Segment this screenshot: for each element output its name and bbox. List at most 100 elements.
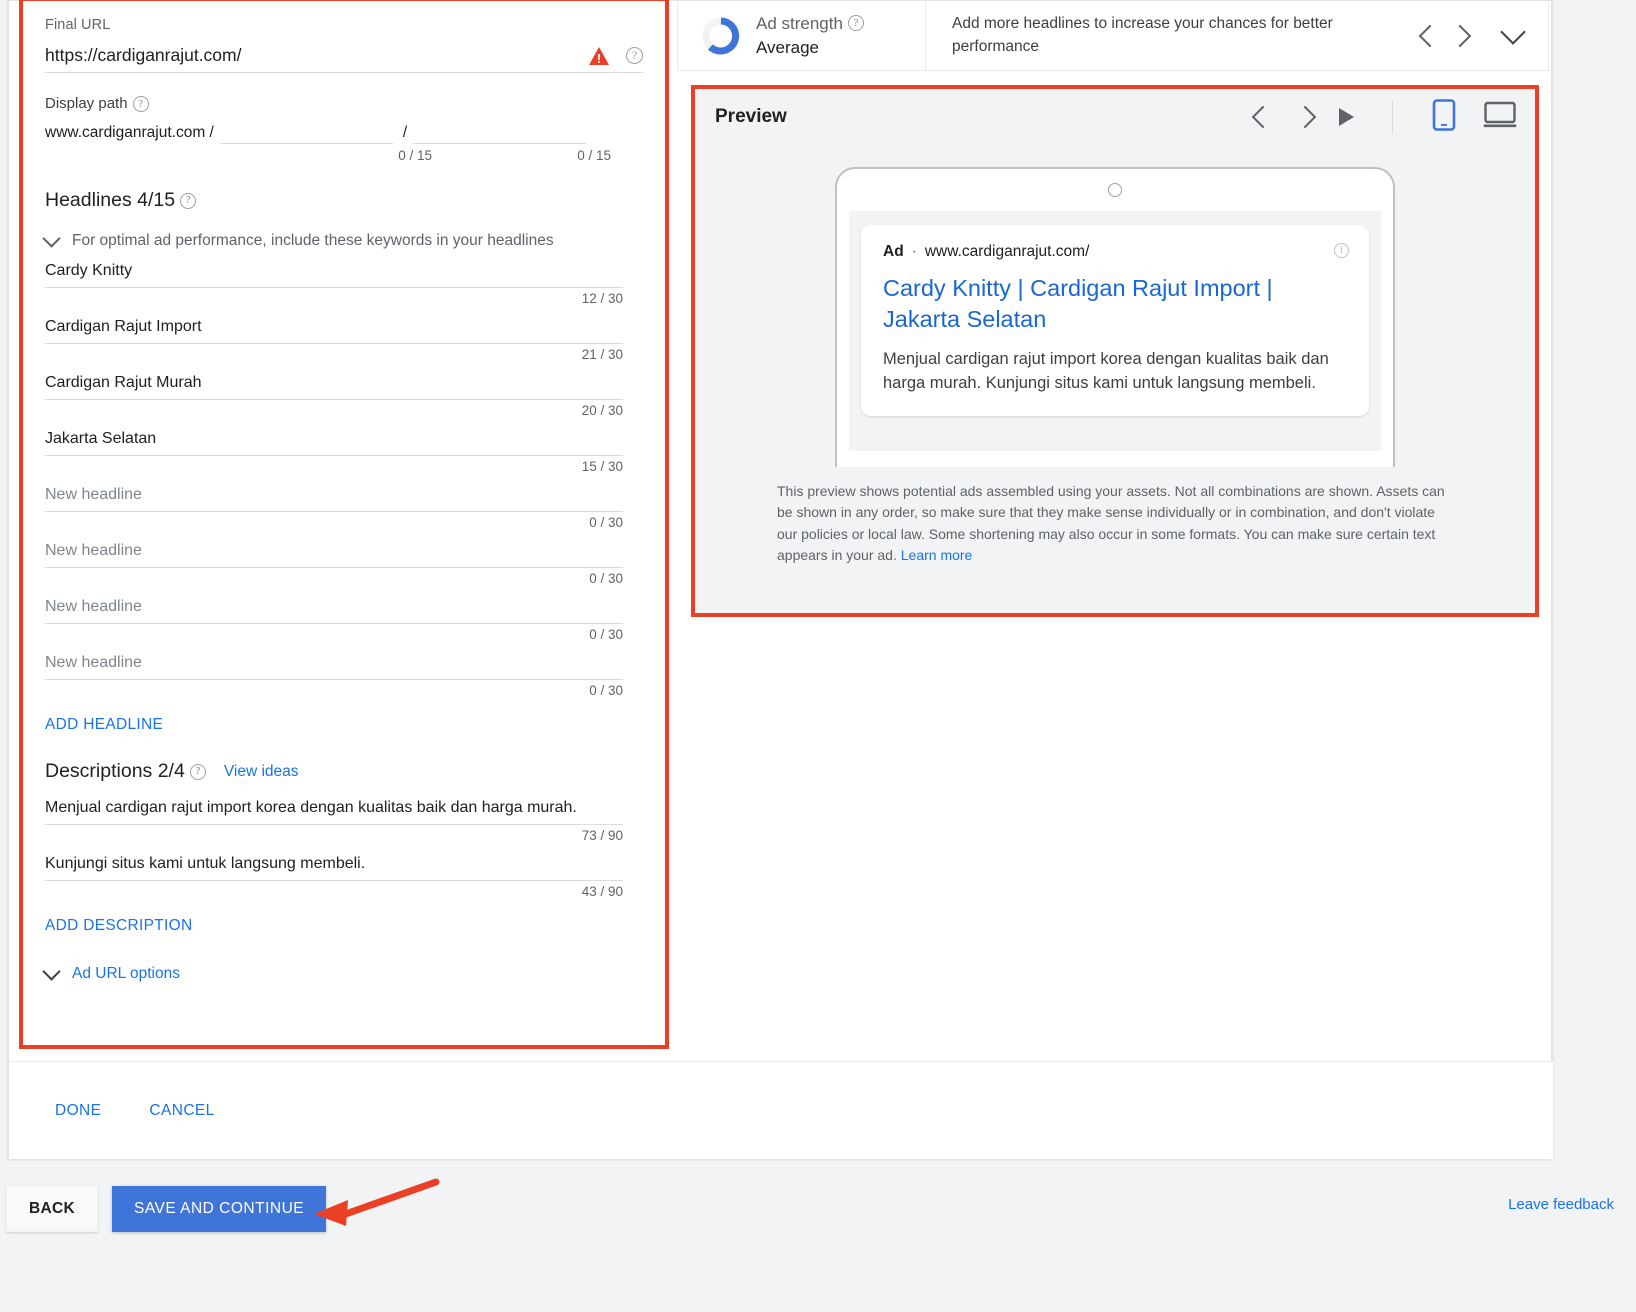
preview-title: Preview: [715, 106, 787, 127]
description-row: Kunjungi situs kami untuk langsung membe…: [45, 849, 643, 899]
headline-row: New headline 0 / 30: [45, 480, 643, 530]
add-headline-button[interactable]: ADD HEADLINE: [45, 716, 163, 734]
ad-url-options-label: Ad URL options: [72, 965, 180, 983]
info-icon[interactable]: i: [1334, 243, 1349, 258]
final-url-field[interactable]: https://cardiganrajut.com/ ?: [45, 33, 643, 73]
preview-header: Preview: [695, 89, 1535, 145]
display-path-segment-2[interactable]: [413, 118, 587, 145]
ad-separator: ·: [911, 243, 917, 260]
description-input-1[interactable]: Menjual cardigan rajut import korea deng…: [45, 793, 623, 826]
preview-disclaimer-text: This preview shows potential ads assembl…: [777, 483, 1445, 563]
chevron-down-icon[interactable]: [42, 962, 61, 981]
phone-screen: i Ad · www.cardiganrajut.com/ Cardy Knit…: [849, 211, 1381, 451]
mobile-device-icon[interactable]: [1431, 98, 1457, 136]
help-icon[interactable]: ?: [189, 763, 206, 780]
wizard-footer: BACK SAVE AND CONTINUE: [0, 1178, 1636, 1240]
ad-strength-donut-icon: [700, 15, 742, 57]
ad-strength-texts: Ad strength? Average: [756, 13, 864, 59]
ad-strength-bar: Ad strength? Average Add more headlines …: [677, 1, 1549, 71]
description-counter-1: 73 / 90: [581, 828, 623, 844]
ad-strength-message: Add more headlines to increase your chan…: [952, 15, 1333, 55]
headline-input-1[interactable]: Cardy Knitty: [45, 256, 623, 289]
headline-input-2[interactable]: Cardigan Rajut Import: [45, 312, 623, 345]
chevron-right-icon[interactable]: [1448, 24, 1472, 47]
ad-strength-nav: [1418, 1, 1548, 70]
phone-preview-frame: i Ad · www.cardiganrajut.com/ Cardy Knit…: [835, 167, 1395, 467]
chevron-left-icon[interactable]: [1251, 105, 1275, 129]
ad-strength-title: Ad strength?: [756, 13, 864, 34]
preview-panel: Preview i Ad · www.cardiganrajut.com/ Ca…: [695, 89, 1535, 613]
headline-row: New headline 0 / 30: [45, 536, 643, 586]
play-icon[interactable]: [1339, 108, 1354, 126]
learn-more-link[interactable]: Learn more: [901, 547, 973, 563]
headline-row: Jakarta Selatan 15 / 30: [45, 424, 643, 474]
headline-row: Cardigan Rajut Import 21 / 30: [45, 312, 643, 362]
headline-counter-7: 0 / 30: [589, 627, 623, 643]
headline-list: Cardy Knitty 12 / 30 Cardigan Rajut Import…: [45, 256, 643, 698]
ad-editor-dialog: Final URL https://cardiganrajut.com/ ? D…: [8, 0, 1553, 1159]
warning-triangle-icon[interactable]: [588, 46, 610, 66]
headline-input-7[interactable]: New headline: [45, 592, 623, 625]
description-row: Menjual cardigan rajut import korea deng…: [45, 793, 643, 843]
headline-input-6[interactable]: New headline: [45, 536, 623, 569]
desktop-device-icon[interactable]: [1483, 100, 1517, 135]
description-input-2[interactable]: Kunjungi situs kami untuk langsung membe…: [45, 849, 623, 882]
help-icon[interactable]: ?: [132, 96, 149, 113]
ad-strength-value: Average: [756, 38, 820, 57]
ad-strength-summary: Ad strength? Average: [678, 1, 926, 70]
save-and-continue-button[interactable]: SAVE AND CONTINUE: [111, 1186, 327, 1232]
view-ideas-link[interactable]: View ideas: [224, 763, 299, 781]
chevron-right-icon[interactable]: [1293, 105, 1317, 129]
headline-counter-8: 0 / 30: [589, 683, 623, 699]
chevron-down-icon[interactable]: [42, 229, 61, 248]
preview-disclaimer: This preview shows potential ads assembl…: [777, 481, 1457, 566]
headline-counter-1: 12 / 30: [581, 291, 623, 307]
display-path-field[interactable]: www.cardiganrajut.com / /: [45, 118, 643, 145]
display-path-label: Display path?: [45, 95, 643, 113]
help-icon[interactable]: ?: [180, 192, 197, 209]
headline-input-3[interactable]: Cardigan Rajut Murah: [45, 368, 623, 401]
headlines-keyword-hint-label: For optimal ad performance, include thes…: [72, 232, 554, 250]
phone-camera-icon: [1108, 183, 1122, 197]
headline-counter-6: 0 / 30: [589, 571, 623, 587]
final-url-value[interactable]: https://cardiganrajut.com/: [45, 45, 588, 66]
description-counter-2: 43 / 90: [581, 884, 623, 900]
ad-preview-url-row: Ad · www.cardiganrajut.com/: [883, 243, 1347, 261]
headline-row: Cardy Knitty 12 / 30: [45, 256, 643, 306]
description-list: Menjual cardigan rajut import korea deng…: [45, 793, 643, 899]
headline-row: Cardigan Rajut Murah 20 / 30: [45, 368, 643, 418]
ad-badge: Ad: [883, 243, 904, 260]
headlines-keyword-hint[interactable]: For optimal ad performance, include thes…: [42, 229, 643, 250]
preview-controls: [1251, 98, 1517, 136]
done-button[interactable]: DONE: [45, 1094, 111, 1128]
headline-counter-3: 20 / 30: [581, 403, 623, 419]
display-path-segment-1[interactable]: [219, 118, 393, 145]
headline-input-8[interactable]: New headline: [45, 648, 623, 681]
annotation-arrow: [314, 1178, 440, 1226]
back-button[interactable]: BACK: [6, 1186, 98, 1232]
help-icon[interactable]: ?: [847, 15, 864, 32]
leave-feedback-link[interactable]: Leave feedback: [1508, 1196, 1614, 1213]
preview-highlight-outline: Preview i Ad · www.cardiganrajut.com/ Ca…: [691, 85, 1539, 617]
dialog-action-bar: DONE CANCEL: [9, 1061, 1553, 1159]
headline-input-5[interactable]: New headline: [45, 480, 623, 513]
ad-url-options-toggle[interactable]: Ad URL options: [42, 962, 643, 983]
cancel-button[interactable]: CANCEL: [139, 1094, 224, 1128]
display-path-domain: www.cardiganrajut.com /: [45, 124, 214, 142]
display-path-count-2: 0 / 15: [577, 148, 611, 164]
display-path-separator: /: [402, 124, 408, 142]
help-icon[interactable]: ?: [626, 47, 643, 64]
headline-counter-2: 21 / 30: [581, 347, 623, 363]
ad-preview-headline[interactable]: Cardy Knitty | Cardigan Rajut Import | J…: [883, 273, 1347, 335]
headline-counter-4: 15 / 30: [581, 459, 623, 475]
ad-preview-card: i Ad · www.cardiganrajut.com/ Cardy Knit…: [861, 225, 1369, 416]
display-path-counters: 0 / 15 0 / 15: [45, 148, 643, 163]
headline-input-4[interactable]: Jakarta Selatan: [45, 424, 623, 457]
headlines-section-title: Headlines 4/15?: [45, 189, 643, 212]
headline-counter-5: 0 / 30: [589, 515, 623, 531]
chevron-left-icon[interactable]: [1418, 24, 1442, 47]
add-description-button[interactable]: ADD DESCRIPTION: [45, 917, 192, 935]
display-path-count-1: 0 / 15: [398, 148, 432, 164]
final-url-label: Final URL: [45, 17, 111, 33]
chevron-down-icon[interactable]: [1500, 18, 1526, 45]
